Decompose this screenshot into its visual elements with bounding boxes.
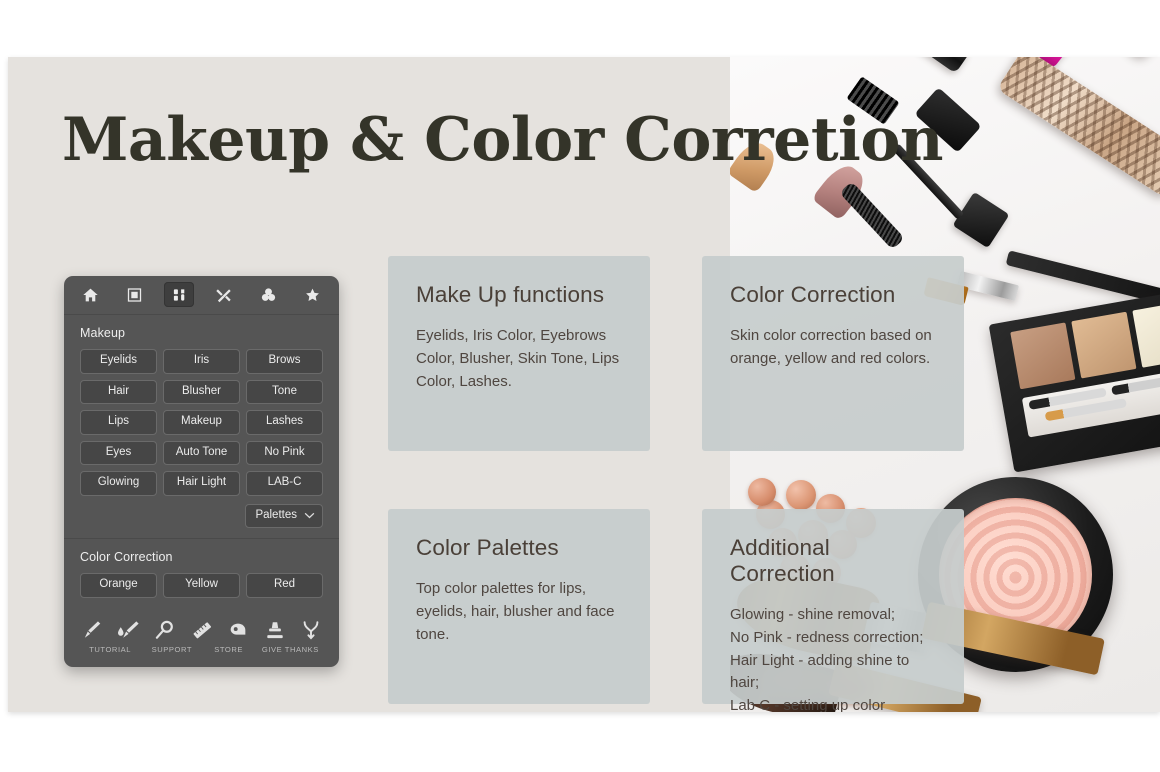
- button-orange[interactable]: Orange: [80, 573, 157, 598]
- magnifier-icon[interactable]: [153, 617, 177, 641]
- mascara-tube-upper: [982, 57, 1160, 61]
- color-correction-section-label: Color Correction: [80, 550, 173, 564]
- slide: Makeup & Color Corretion Makeup Eyelids …: [8, 57, 1160, 712]
- card-title: Color Correction: [730, 282, 896, 307]
- card-title: Additional Correction: [730, 535, 835, 586]
- star-icon[interactable]: [298, 282, 328, 307]
- button-lab-c[interactable]: LAB-C: [246, 471, 323, 496]
- home-icon[interactable]: [75, 282, 105, 307]
- stamp-icon[interactable]: [263, 617, 287, 641]
- card-color-correction: Color Correction Skin color correction b…: [702, 256, 964, 451]
- card-title: Make Up functions: [416, 282, 605, 307]
- card-body: Skin color correction based on orange, y…: [730, 327, 932, 367]
- tools-icon[interactable]: [209, 282, 239, 307]
- mascara-tube-lower: [996, 57, 1160, 198]
- chevron-down-icon: [304, 512, 315, 519]
- button-yellow[interactable]: Yellow: [163, 573, 240, 598]
- link-support[interactable]: SUPPORT: [142, 645, 201, 654]
- palettes-dropdown-label: Palettes: [255, 508, 297, 521]
- panel-link-row: TUTORIAL SUPPORT STORE GIVE THANKS: [64, 643, 339, 667]
- plugin-panel: Makeup Eyelids Iris Brows Hair Blusher T…: [64, 276, 339, 667]
- button-makeup[interactable]: Makeup: [163, 410, 240, 435]
- card-title: Color Palettes: [416, 535, 559, 560]
- makeup-tools-icon[interactable]: [164, 282, 195, 307]
- card-body: Glowing - shine removal; No Pink - redne…: [730, 606, 924, 712]
- brow-brush-handle: [1005, 250, 1160, 305]
- color-circles-icon[interactable]: [253, 282, 283, 307]
- makeup-section-label: Makeup: [80, 326, 126, 340]
- button-hair-light[interactable]: Hair Light: [163, 471, 240, 496]
- shadow-pan: [1132, 300, 1160, 368]
- link-store[interactable]: STORE: [201, 645, 255, 654]
- link-tutorial[interactable]: TUTORIAL: [78, 645, 142, 654]
- card-color-palettes: Color Palettes Top color palettes for li…: [388, 509, 650, 704]
- button-lips[interactable]: Lips: [80, 410, 157, 435]
- frame-icon[interactable]: [120, 282, 150, 307]
- color-correction-button-grid: Orange Yellow Red: [64, 567, 339, 602]
- lasso-icon[interactable]: [226, 617, 250, 641]
- button-auto-tone[interactable]: Auto Tone: [163, 440, 240, 465]
- button-eyes[interactable]: Eyes: [80, 440, 157, 465]
- eyeshadow-palette: [988, 287, 1160, 473]
- panel-tool-row: [64, 602, 339, 643]
- button-lashes[interactable]: Lashes: [246, 410, 323, 435]
- mascara-brush: [839, 181, 905, 250]
- shadow-pan: [1071, 311, 1137, 379]
- card-body: Top color palettes for lips, eyelids, ha…: [416, 580, 615, 643]
- button-no-pink[interactable]: No Pink: [246, 440, 323, 465]
- ruler-icon[interactable]: [190, 617, 214, 641]
- eyeliner-pencil: [779, 57, 971, 74]
- shadow-pan: [1010, 322, 1076, 390]
- link-give-thanks[interactable]: GIVE THANKS: [256, 645, 325, 654]
- card-makeup-functions: Make Up functions Eyelids, Iris Color, E…: [388, 256, 650, 451]
- button-hair[interactable]: Hair: [80, 379, 157, 404]
- palettes-dropdown[interactable]: Palettes: [245, 503, 323, 528]
- wet-brush-icon[interactable]: [117, 617, 141, 641]
- brush-icon[interactable]: [80, 617, 104, 641]
- wishbone-icon[interactable]: [299, 617, 323, 641]
- card-body: Eyelids, Iris Color, Eyebrows Color, Blu…: [416, 327, 620, 390]
- mascara-cap: [952, 191, 1010, 249]
- page-title: Makeup & Color Corretion: [62, 105, 943, 175]
- card-additional-correction: Additional Correction Glowing - shine re…: [702, 509, 964, 712]
- panel-toolbar: [64, 276, 339, 315]
- button-glowing[interactable]: Glowing: [80, 471, 157, 496]
- button-red[interactable]: Red: [246, 573, 323, 598]
- palettes-dropdown-row: Palettes: [64, 500, 339, 539]
- button-tone[interactable]: Tone: [246, 379, 323, 404]
- button-eyelids[interactable]: Eyelids: [80, 349, 157, 374]
- button-blusher[interactable]: Blusher: [163, 379, 240, 404]
- makeup-button-grid: Eyelids Iris Brows Hair Blusher Tone Lip…: [64, 343, 339, 500]
- button-brows[interactable]: Brows: [246, 349, 323, 374]
- button-iris[interactable]: Iris: [163, 349, 240, 374]
